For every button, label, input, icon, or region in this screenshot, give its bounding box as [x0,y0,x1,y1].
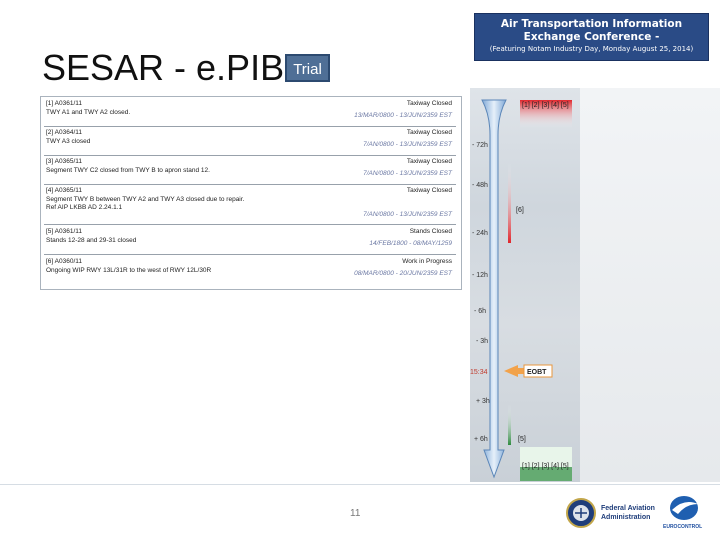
notam-period: 14/FEB/1800 - 08/MAY/1259 [369,240,452,247]
notam-text: Ongoing WIP RWY 13L/31R to the west of R… [46,267,212,274]
notam-period: 13/MAR/0800 - 13/JUN/2359 EST [354,112,452,119]
notam-row: [5] A0361/11 Stands Closed Stands 12-28 … [44,227,456,255]
notam-text-ref: Ref AIP LKBB AD 2.24.1.1 [46,204,123,211]
notam-type: Taxiway Closed [406,100,452,107]
notam-row: [1] A0361/11 Taxiway Closed TWY A1 and T… [44,99,456,127]
background-photo-right [580,88,720,482]
notam-row: [2] A0364/11 Taxiway Closed TWY A3 close… [44,128,456,156]
tick-plus-3h: + 3h [476,398,490,405]
red-bar-6 [508,163,511,243]
notam-text: Stands 12-28 and 29-31 closed [46,237,137,244]
faa-line-2: Administration [601,514,651,521]
notam-id: [6] A0360/11 [46,258,83,265]
bottom-markers: [1] [2] [3] [4] [5] [522,463,569,470]
top-markers: [1] [2] [3] [4] [5] [522,102,569,109]
eobt-label: EOBT [527,369,547,376]
notam-id: [1] A0361/11 [46,100,83,107]
notam-text: Segment TWY B between TWY A2 and TWY A3 … [46,196,245,203]
tick-6h: - 6h [474,308,487,315]
tick-eobt-time: 15:34 [470,369,488,376]
notam-id: [5] A0361/11 [46,228,83,235]
notam-text: Segment TWY C2 closed from TWY B to apro… [46,167,210,174]
tick-48h: - 48h [472,182,488,189]
notam-type: Work in Progress [402,258,452,265]
notam-period: 7/AN/0800 - 13/JUN/2359 EST [363,211,452,218]
notam-row: [4] A0365/11 Taxiway Closed Segment TWY … [44,186,456,225]
notam-type: Stands Closed [409,228,452,235]
eurocontrol-logo-icon [670,496,698,520]
notam-id: [3] A0365/11 [46,158,83,165]
faa-seal-icon [566,498,596,528]
notam-id: [2] A0364/11 [46,129,83,136]
notam-table: [1] A0361/11 Taxiway Closed TWY A1 and T… [40,96,462,290]
banner-line-1: Air Transportation Information [500,18,683,30]
trial-badge: Trial [285,54,330,82]
conference-banner: Air Transportation Information Exchange … [474,13,709,61]
marker-5: [5] [518,436,526,443]
notam-text: TWY A3 closed [46,138,91,145]
notam-row: [3] A0365/11 Taxiway Closed Segment TWY … [44,157,456,185]
faa-line-1: Federal Aviation [601,505,655,512]
notam-type: Taxiway Closed [406,158,452,165]
notam-row: [6] A0360/11 Work in Progress Ongoing WI… [44,257,456,283]
marker-6: [6] [516,207,524,214]
banner-line-3: (Featuring Notam Industry Day, Monday Au… [489,45,694,53]
tick-plus-6h: + 6h [474,436,488,443]
timeline-arrow-icon [481,99,572,481]
notam-period: 08/MAR/0800 - 20/JUN/2359 EST [354,270,452,277]
notam-period: 7/AN/0800 - 13/JUN/2359 EST [363,170,452,177]
eurocontrol-label: EUROCONTROL [663,524,703,530]
tick-3h: - 3h [476,338,489,345]
tick-72h: - 72h [472,142,488,149]
tick-24h: - 24h [472,230,488,237]
page-number: 11 [350,508,361,519]
notam-text: TWY A1 and TWY A2 closed. [46,109,131,116]
notam-type: Taxiway Closed [406,129,452,136]
eobt-pointer-icon [504,365,524,377]
notam-type: Taxiway Closed [406,187,452,194]
banner-line-2: Exchange Conference - [523,31,660,43]
green-bar-5 [508,405,511,445]
tick-12h: - 12h [472,272,488,279]
faa-name: Federal Aviation Administration [601,504,655,522]
notam-period: 7/AN/0800 - 13/JUN/2359 EST [363,141,452,148]
slide-title: SESAR - e.PIB [42,47,285,88]
notam-id: [4] A0365/11 [46,187,83,194]
